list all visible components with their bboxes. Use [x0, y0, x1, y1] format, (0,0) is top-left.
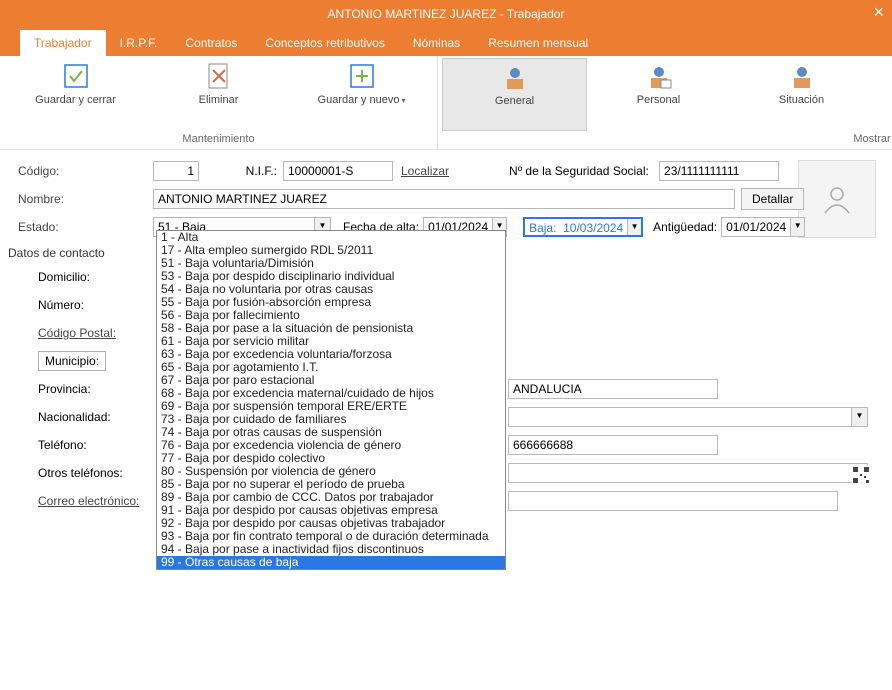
label-domicilio: Domicilio:	[18, 270, 153, 284]
chevron-down-icon: ▼	[851, 408, 867, 426]
person-card-icon	[643, 60, 675, 92]
input-nif[interactable]	[283, 161, 393, 181]
save-new-icon	[346, 60, 378, 92]
btn-eliminar[interactable]: Eliminar	[147, 58, 290, 131]
tab-conceptos[interactable]: Conceptos retributivos	[251, 30, 398, 56]
tab-nominas[interactable]: Nóminas	[399, 30, 474, 56]
link-localizar[interactable]: Localizar	[401, 164, 449, 178]
label-nombre: Nombre:	[18, 192, 153, 206]
combo-baja[interactable]: Baja: 10/03/2024 ▼	[523, 217, 643, 237]
group-mantenimiento-title: Mantenimiento	[4, 131, 433, 147]
tab-trabajador[interactable]: Trabajador	[20, 30, 106, 56]
label-numero: Número:	[18, 298, 153, 312]
label-otros-telefonos: Otros teléfonos:	[18, 466, 153, 480]
label-nacionalidad: Nacionalidad:	[18, 410, 153, 424]
window-title: ANTONIO MARTINEZ JUAREZ - Trabajador	[328, 7, 565, 21]
menu-tabs: Trabajador I.R.P.F. Contratos Conceptos …	[0, 28, 892, 56]
label-seg-social: Nº de la Seguridad Social:	[509, 164, 659, 178]
link-codigo-postal[interactable]: Código Postal:	[18, 326, 153, 340]
input-codigo[interactable]	[153, 161, 199, 181]
input-nombre[interactable]	[153, 189, 735, 209]
btn-general[interactable]: General	[442, 58, 587, 131]
label-codigo: Código:	[18, 164, 153, 178]
save-close-icon	[60, 60, 92, 92]
input-telefono2[interactable]	[508, 435, 718, 455]
situation-icon	[786, 60, 818, 92]
estado-option[interactable]: 99 - Otras causas de baja	[157, 556, 505, 569]
input-correo[interactable]	[508, 491, 838, 511]
qr-icon[interactable]	[852, 466, 870, 487]
ribbon: Guardar y cerrar Eliminar Guardar y nuev…	[0, 56, 892, 150]
tab-contratos[interactable]: Contratos	[171, 30, 251, 56]
tab-resumen[interactable]: Resumen mensual	[474, 30, 602, 56]
label-nif: N.I.F.:	[239, 164, 283, 178]
label-provincia: Provincia:	[18, 382, 153, 396]
title-bar: ANTONIO MARTINEZ JUAREZ - Trabajador ×	[0, 0, 892, 28]
chevron-down-icon[interactable]: ▼	[627, 219, 641, 235]
label-antiguedad: Antigüedad:	[653, 220, 717, 234]
chevron-down-icon[interactable]: ▼	[790, 218, 804, 236]
tab-irpf[interactable]: I.R.P.F.	[106, 30, 172, 56]
input-seg-social[interactable]	[659, 161, 779, 181]
combo-nacionalidad[interactable]: ▼	[508, 407, 868, 427]
estado-dropdown-list[interactable]: 1 - Alta17 - Alta empleo sumergido RDL 5…	[156, 230, 506, 570]
group-mostrar-title: Mostrar	[442, 131, 892, 147]
label-telefono: Teléfono:	[18, 438, 153, 452]
input-otros-telefonos[interactable]	[508, 463, 868, 483]
close-icon[interactable]: ×	[873, 2, 884, 23]
btn-detallar[interactable]: Detallar	[741, 188, 804, 210]
btn-municipio[interactable]: Municipio:	[38, 351, 106, 371]
person-icon	[499, 61, 531, 93]
chevron-down-icon: ▾	[401, 96, 405, 105]
link-correo[interactable]: Correo electrónico:	[18, 494, 153, 508]
combo-antiguedad[interactable]: 01/01/2024 ▼	[721, 217, 805, 237]
input-provincia-right[interactable]	[508, 379, 718, 399]
btn-situacion[interactable]: Situación	[730, 58, 873, 131]
btn-guardar-nuevo[interactable]: Guardar y nuevo▾	[290, 58, 433, 131]
delete-icon	[203, 60, 235, 92]
btn-forma-cobro[interactable]: € Forma de cobro	[873, 58, 892, 131]
btn-personal[interactable]: Personal	[587, 58, 730, 131]
btn-guardar-cerrar[interactable]: Guardar y cerrar	[4, 58, 147, 131]
label-estado: Estado:	[18, 220, 153, 234]
